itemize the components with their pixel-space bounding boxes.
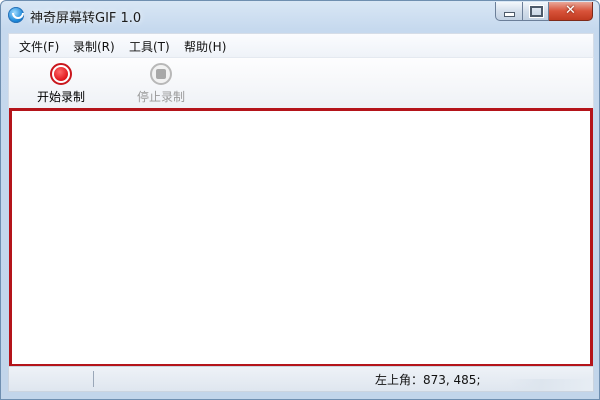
app-logo-icon bbox=[8, 7, 24, 23]
title-bar[interactable]: 神奇屏幕转GIF 1.0 ✕ bbox=[1, 1, 599, 29]
stop-recording-button[interactable]: 停止录制 bbox=[121, 61, 201, 105]
maximize-button[interactable] bbox=[523, 2, 549, 21]
start-recording-button[interactable]: 开始录制 bbox=[21, 61, 101, 105]
menu-record[interactable]: 录制(R) bbox=[73, 38, 115, 55]
menu-help[interactable]: 帮助(H) bbox=[184, 38, 226, 55]
status-divider bbox=[93, 371, 94, 387]
window-controls: ✕ bbox=[495, 2, 593, 21]
menu-file[interactable]: 文件(F) bbox=[19, 38, 59, 55]
stop-icon bbox=[150, 63, 172, 85]
stop-recording-label: 停止录制 bbox=[136, 90, 185, 104]
start-recording-label: 开始录制 bbox=[36, 90, 85, 104]
close-button[interactable]: ✕ bbox=[549, 2, 593, 21]
menu-tools[interactable]: 工具(T) bbox=[129, 38, 170, 55]
capture-region[interactable] bbox=[9, 108, 593, 367]
minimize-icon bbox=[504, 12, 515, 17]
menu-bar: 文件(F) 录制(R) 工具(T) 帮助(H) bbox=[8, 33, 594, 58]
record-icon bbox=[50, 63, 72, 85]
toolbar: 开始录制 停止录制 bbox=[8, 57, 594, 109]
resize-grip[interactable] bbox=[507, 379, 593, 391]
app-window: 神奇屏幕转GIF 1.0 ✕ 文件(F) 录制(R) 工具(T) 帮助(H) 开… bbox=[0, 0, 600, 400]
close-icon: ✕ bbox=[565, 3, 576, 18]
top-left-coordinates: 左上角：873, 485; bbox=[375, 373, 481, 387]
maximize-icon bbox=[530, 6, 543, 17]
minimize-button[interactable] bbox=[495, 2, 523, 21]
window-title: 神奇屏幕转GIF 1.0 bbox=[30, 11, 142, 26]
status-bar: 左上角：873, 485; bbox=[8, 366, 594, 392]
